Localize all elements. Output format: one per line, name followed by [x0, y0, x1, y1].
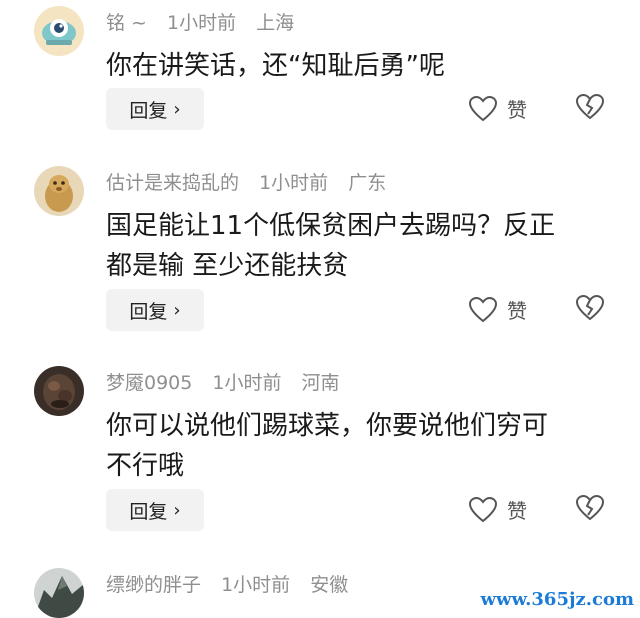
timestamp: 1小时前 — [221, 574, 291, 596]
comment-meta: 缥缈的胖子 1小时前 安徽 — [106, 572, 362, 598]
heart-icon — [469, 95, 497, 121]
chevron-right-icon: › — [173, 499, 181, 521]
comment-meta: 估计是来捣乱的 1小时前 广东 — [106, 170, 400, 196]
comment-text: 你可以说他们踢球菜，你要说他们穷可 不行哦 — [106, 411, 549, 481]
location: 河南 — [301, 372, 340, 394]
timestamp: 1小时前 — [212, 372, 282, 394]
comment-text: 国足能让11个低保贫困户去踢吗？反正 都是输 至少还能扶贫 — [106, 211, 556, 281]
broken-heart-icon — [575, 494, 605, 521]
avatar[interactable] — [34, 568, 84, 618]
comment-text: 你在讲笑话，还“知耻后勇”呢 — [106, 51, 445, 81]
timestamp: 1小时前 — [167, 12, 237, 34]
comment-3: 梦魇0905 1小时前 河南 你可以说他们踢球菜，你要说他们穷可 不行哦 回复 … — [0, 366, 640, 536]
comment-meta: 梦魇0905 1小时前 河南 — [106, 370, 354, 396]
avatar[interactable] — [34, 366, 84, 416]
like-label: 赞 — [507, 499, 527, 523]
location: 安徽 — [310, 574, 349, 596]
broken-heart-icon — [575, 294, 605, 321]
avatar[interactable] — [34, 166, 84, 216]
reply-button[interactable]: 回复 › — [106, 489, 204, 531]
watermark: www.365jz.com — [480, 589, 634, 610]
reply-button[interactable]: 回复 › — [106, 88, 204, 130]
reply-label: 回复 — [129, 500, 168, 523]
avatar[interactable] — [34, 6, 84, 56]
heart-icon — [469, 296, 497, 322]
timestamp: 1小时前 — [259, 172, 329, 194]
username[interactable]: 缥缈的胖子 — [106, 574, 201, 596]
dislike-button[interactable] — [575, 93, 605, 124]
like-button[interactable]: 赞 — [469, 495, 527, 524]
heart-icon — [469, 496, 497, 522]
like-button[interactable]: 赞 — [469, 94, 527, 123]
username[interactable]: 估计是来捣乱的 — [106, 172, 239, 194]
like-label: 赞 — [507, 98, 527, 122]
comment-1: 铭 ~ 1小时前 上海 你在讲笑话，还“知耻后勇”呢 回复 › 赞 — [0, 6, 640, 136]
chevron-right-icon: › — [173, 299, 181, 321]
chevron-right-icon: › — [173, 98, 181, 120]
like-button[interactable]: 赞 — [469, 295, 527, 324]
reply-label: 回复 — [129, 99, 168, 122]
reply-button[interactable]: 回复 › — [106, 289, 204, 331]
username[interactable]: 梦魇0905 — [106, 372, 192, 394]
comment-meta: 铭 ~ 1小时前 上海 — [106, 10, 308, 36]
reply-label: 回复 — [129, 300, 168, 323]
dislike-button[interactable] — [575, 294, 605, 325]
username[interactable]: 铭 ~ — [106, 12, 147, 34]
dislike-button[interactable] — [575, 494, 605, 525]
broken-heart-icon — [575, 93, 605, 120]
location: 上海 — [256, 12, 295, 34]
like-label: 赞 — [507, 299, 527, 323]
comment-2: 估计是来捣乱的 1小时前 广东 国足能让11个低保贫困户去踢吗？反正 都是输 至… — [0, 166, 640, 336]
location: 广东 — [348, 172, 387, 194]
